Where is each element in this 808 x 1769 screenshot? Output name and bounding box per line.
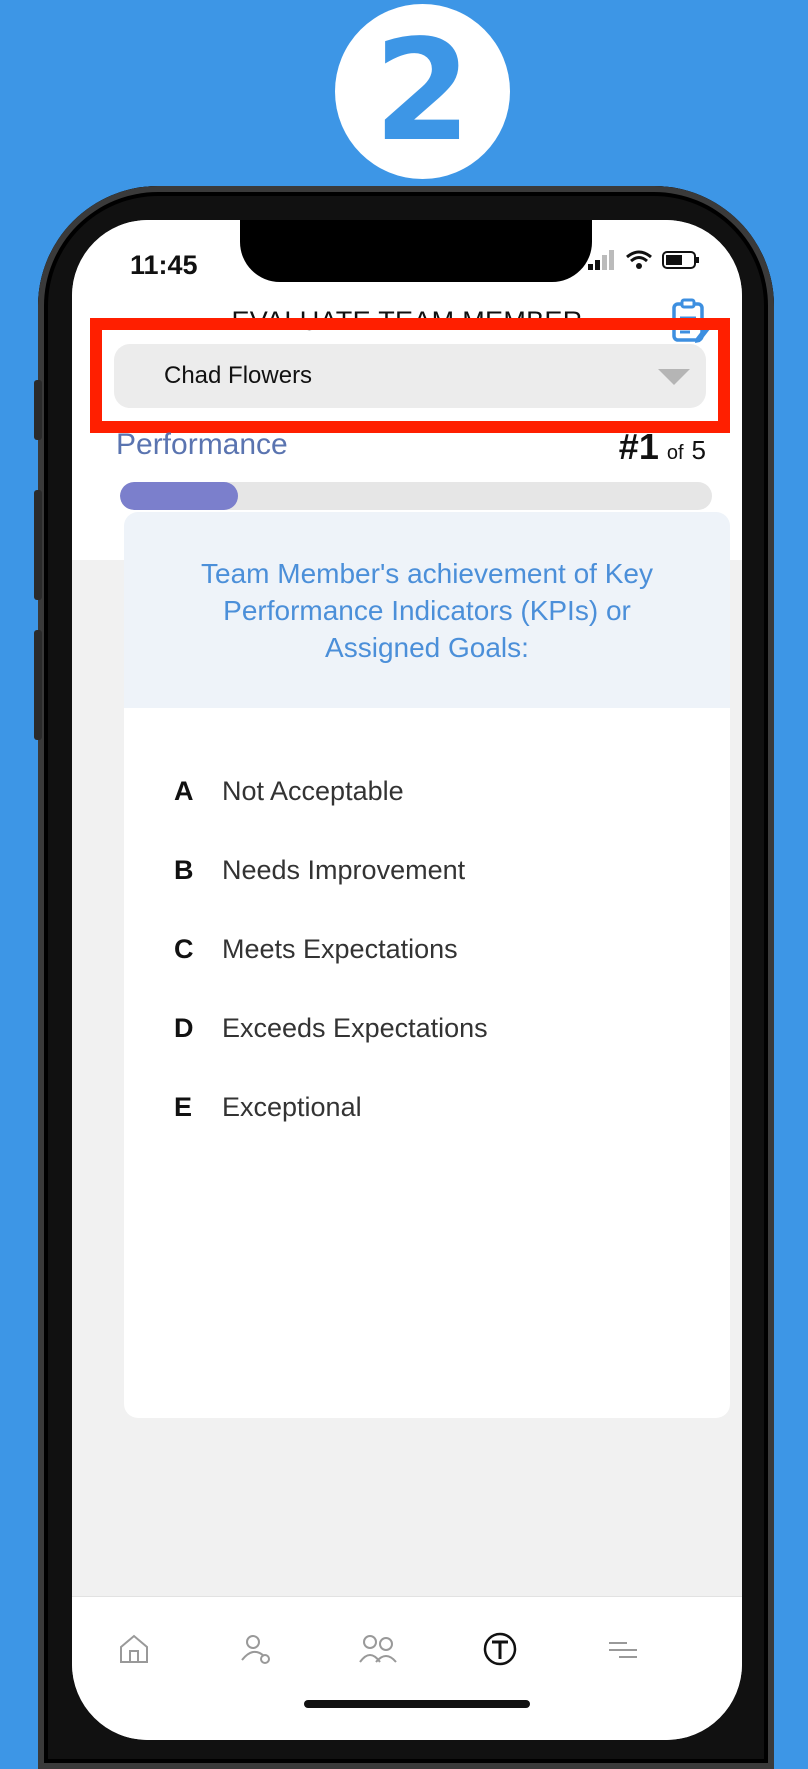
phone-volume-down-button (34, 630, 42, 740)
rating-option-e[interactable]: E Exceptional (174, 1068, 488, 1147)
user-badge-icon (241, 1635, 270, 1664)
option-text: Exceptional (222, 1092, 362, 1122)
tab-team[interactable] (354, 1625, 402, 1673)
status-time: 11:45 (130, 250, 198, 280)
bottom-tab-bar (72, 1596, 742, 1740)
option-text: Exceeds Expectations (222, 1013, 488, 1043)
status-icons (588, 250, 700, 270)
progress-bar (120, 482, 712, 510)
t-logo-icon (483, 1632, 517, 1666)
phone-notch (240, 220, 592, 282)
rating-option-b[interactable]: B Needs Improvement (174, 831, 488, 910)
question-counter: #1 of 5 (619, 426, 706, 468)
wifi-icon (626, 250, 652, 269)
home-indicator (304, 1700, 530, 1708)
option-letter: A (174, 776, 194, 806)
signal-icon (588, 250, 614, 270)
tab-t[interactable] (476, 1625, 524, 1673)
rating-options: A Not Acceptable B Needs Improvement C M… (174, 752, 488, 1147)
of-label: of (666, 442, 684, 464)
option-text: Needs Improvement (222, 855, 466, 885)
question-text: Team Member's achievement of Key Perform… (201, 557, 653, 663)
option-text: Meets Expectations (222, 934, 458, 964)
home-icon (120, 1634, 148, 1663)
current-question-number: #1 (618, 426, 659, 467)
question-box: Team Member's achievement of Key Perform… (124, 512, 730, 708)
menu-icon (609, 1642, 637, 1658)
progress-fill (120, 482, 239, 510)
tab-menu[interactable] (598, 1625, 646, 1673)
step-number-badge: 2 (335, 4, 510, 179)
team-icon (359, 1635, 397, 1663)
app-screen: 11:45 EVALUATE TEAM MEMBER Chad Flowers (72, 220, 742, 1740)
section-label: Performance (116, 428, 288, 461)
highlight-box (90, 318, 730, 433)
option-letter: D (174, 1013, 194, 1043)
tab-profile[interactable] (232, 1625, 280, 1673)
step-number: 2 (373, 9, 472, 173)
rating-option-c[interactable]: C Meets Expectations (174, 910, 488, 989)
phone-side-button (34, 380, 42, 440)
phone-volume-up-button (34, 490, 42, 600)
option-letter: C (174, 934, 194, 964)
rating-option-d[interactable]: D Exceeds Expectations (174, 989, 488, 1068)
option-text: Not Acceptable (222, 776, 404, 806)
question-card: Team Member's achievement of Key Perform… (124, 512, 730, 1418)
tab-home[interactable] (110, 1625, 158, 1673)
option-letter: B (174, 855, 194, 885)
total-questions: 5 (691, 435, 706, 465)
rating-option-a[interactable]: A Not Acceptable (174, 752, 488, 831)
option-letter: E (174, 1092, 193, 1122)
battery-icon (662, 251, 699, 269)
